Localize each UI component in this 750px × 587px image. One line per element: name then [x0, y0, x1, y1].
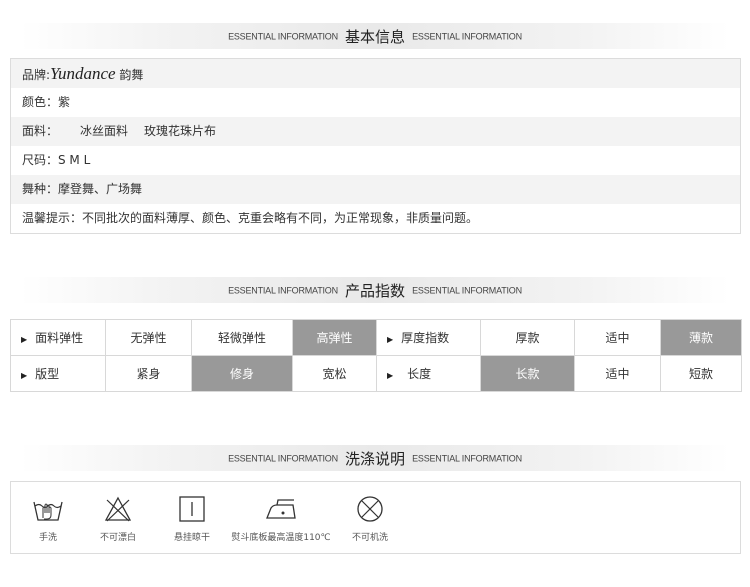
hand-wash-icon: [33, 501, 63, 521]
brand-label: 品牌:: [22, 68, 51, 82]
header-en-right: ESSENTIAL INFORMATION: [412, 31, 522, 42]
triangle-right-icon: ▶: [21, 371, 28, 380]
row-label: 厚度指数: [401, 331, 450, 345]
fabric-value-1: 冰丝面料: [80, 124, 129, 138]
brand-logo-text: Yundance: [50, 64, 116, 83]
color-row: 颜色：紫: [22, 95, 71, 109]
wash-item: 熨斗底板最高温度110℃: [225, 494, 337, 543]
fabric-row: 面料： 冰丝面料 玫瑰花珠片布: [11, 117, 740, 146]
fabric-label: 面料：: [22, 124, 59, 138]
option-cell-selected: 高弹性: [292, 319, 377, 356]
row-label-cell: ▶ 长度: [376, 355, 481, 392]
wash-instructions-panel: 手洗 不可漂白 悬挂晾干 熨斗底板最高温度110℃ 不可机洗: [10, 481, 741, 554]
wash-item: 手洗: [31, 494, 65, 543]
option-cell: 短款: [660, 355, 742, 392]
row-label: 面料弹性: [35, 331, 84, 345]
wash-label: 不可机洗: [351, 533, 388, 543]
row-label-cell: ▶ 面料弹性: [10, 319, 106, 356]
basic-info-table: 品牌:Yundance 韵舞 颜色：紫 面料： 冰丝面料 玫瑰花珠片布 尺码：S M…: [10, 58, 741, 234]
option-cell: 厚款: [480, 319, 575, 356]
option-cell: 适中: [574, 355, 661, 392]
header-en-left: ESSENTIAL INFORMATION: [228, 31, 338, 42]
row-label-cell: ▶ 厚度指数: [376, 319, 481, 356]
product-index-table: ▶ 面料弹性 无弹性 轻微弹性 高弹性 ▶ 厚度指数 厚款 适中 薄款 ▶ 版型 紧身…: [10, 319, 742, 392]
wash-item: 悬挂晾干: [169, 494, 215, 543]
option-cell: 适中: [574, 319, 661, 356]
option-cell-selected: 修身: [191, 355, 293, 392]
row-label: 版型: [35, 367, 60, 381]
wash-item: 不可机洗: [347, 494, 393, 543]
wash-item: 不可漂白: [93, 494, 143, 543]
row-label: 长度: [407, 367, 432, 381]
option-cell: 轻微弹性: [191, 319, 293, 356]
row-label-cell: ▶ 版型: [10, 355, 106, 392]
header-title: 洗涤说明: [344, 449, 405, 468]
option-cell-selected: 长款: [480, 355, 575, 392]
brand-row: 品牌:Yundance 韵舞: [11, 59, 740, 88]
header-title: 基本信息: [344, 27, 405, 46]
header-en-left: ESSENTIAL INFORMATION: [228, 285, 338, 296]
wash-header: ESSENTIAL INFORMATION 洗涤说明 ESSENTIAL INF…: [20, 445, 730, 471]
table-row: ▶ 版型 紧身 修身 宽松 ▶ 长度 长款 适中 短款: [10, 355, 742, 392]
wash-label: 不可漂白: [99, 533, 136, 543]
hang-dry-icon: [179, 496, 205, 522]
option-cell-selected: 薄款: [660, 319, 742, 356]
triangle-right-icon: ▶: [387, 371, 394, 380]
note-row: 温馨提示：不同批次的面料薄厚、颜色、克重会略有不同，为正常现象，非质量问题。: [22, 211, 479, 225]
brand-zh: 韵舞: [119, 68, 144, 82]
triangle-right-icon: ▶: [21, 335, 28, 344]
option-cell: 宽松: [292, 355, 377, 392]
product-index-header: ESSENTIAL INFORMATION 产品指数 ESSENTIAL INF…: [20, 277, 730, 303]
wash-label: 悬挂晾干: [173, 533, 210, 543]
fabric-value-2: 玫瑰花珠片布: [144, 124, 217, 138]
header-en-right: ESSENTIAL INFORMATION: [412, 285, 522, 296]
basic-info-header: ESSENTIAL INFORMATION 基本信息 ESSENTIAL INF…: [20, 23, 730, 49]
size-row: 尺码：S M L: [22, 153, 91, 167]
header-title: 产品指数: [344, 281, 405, 300]
option-cell: 紧身: [105, 355, 192, 392]
wash-label: 熨斗底板最高温度110℃: [231, 533, 331, 543]
header-en-right: ESSENTIAL INFORMATION: [412, 453, 522, 464]
iron-110-icon: [266, 499, 296, 519]
table-row: ▶ 面料弹性 无弹性 轻微弹性 高弹性 ▶ 厚度指数 厚款 适中 薄款: [10, 319, 742, 356]
no-bleach-icon: [104, 496, 132, 522]
header-en-left: ESSENTIAL INFORMATION: [228, 453, 338, 464]
wash-label: 手洗: [38, 533, 57, 543]
triangle-right-icon: ▶: [387, 335, 394, 344]
option-cell: 无弹性: [105, 319, 192, 356]
no-machine-wash-icon: [357, 496, 383, 522]
dance-row: 舞种：摩登舞、广场舞: [11, 175, 740, 204]
